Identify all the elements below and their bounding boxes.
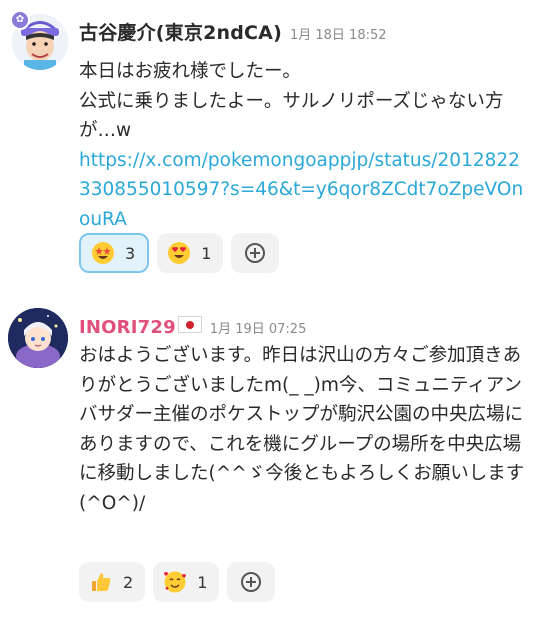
author-name[interactable]: 古谷慶介(東京2ndCA)	[79, 18, 282, 45]
reaction-count: 1	[197, 572, 208, 592]
star-struck-emoji	[91, 241, 115, 265]
reaction-smiling-hearts[interactable]: 1	[153, 562, 220, 602]
plus-circle-icon	[241, 572, 262, 592]
author-name[interactable]: INORI729	[79, 317, 176, 338]
message-text: おはようございます。昨日は沢山の方々ご参加頂きありがとうございましたm(_ _)…	[79, 345, 525, 514]
reaction-count: 2	[123, 572, 134, 592]
message-body: 本日はお疲れ様でしたー。 公式に乗りましたよー。サルノリポーズじゃない方が…w …	[79, 57, 529, 234]
plus-circle-icon	[245, 243, 266, 263]
add-reaction-button[interactable]	[231, 233, 280, 273]
reaction-count: 1	[201, 243, 212, 263]
message-header: INORI729 1月 19日 07:25	[79, 316, 306, 338]
owner-badge-icon: ✿	[10, 10, 30, 30]
add-reaction-button[interactable]	[227, 562, 276, 602]
japan-flag-icon	[177, 316, 202, 333]
timestamp: 1月 18日 18:52	[289, 28, 387, 43]
heart-eyes-emoji	[167, 241, 191, 265]
message-text: 本日はお疲れ様でしたー。 公式に乗りましたよー。サルノリポーズじゃない方が…w	[79, 61, 504, 141]
message-header: 古谷慶介(東京2ndCA) 1月 18日 18:52	[79, 18, 387, 45]
reaction-star-struck[interactable]: 3	[79, 233, 150, 273]
message-link[interactable]: https://x.com/pokemongoappjp/status/2012…	[79, 150, 523, 230]
reaction-count: 3	[125, 243, 136, 263]
thumbs-up-emoji	[89, 570, 113, 594]
message-body: おはようございます。昨日は沢山の方々ご参加頂きありがとうございましたm(_ _)…	[79, 341, 529, 518]
reaction-bar: 2 1	[79, 562, 276, 602]
reaction-thumbs-up[interactable]: 2	[79, 562, 146, 602]
reaction-bar: 3 1	[79, 233, 280, 273]
smiling-face-with-hearts-emoji	[163, 570, 187, 594]
reaction-heart-eyes[interactable]: 1	[157, 233, 224, 273]
anime-character-avatar-icon[interactable]	[8, 308, 68, 368]
timestamp: 1月 19日 07:25	[209, 322, 307, 337]
